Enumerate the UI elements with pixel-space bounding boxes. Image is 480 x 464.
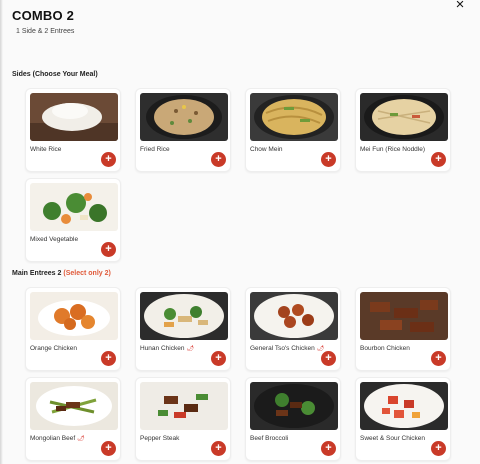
bourbon-chicken-image xyxy=(360,292,448,340)
entree-card-bourbon-chicken[interactable]: Bourbon Chicken + xyxy=(355,287,451,371)
entree-name: Mongolian Beef 🌶 xyxy=(30,435,85,442)
chili-pepper-icon: 🌶 xyxy=(316,346,325,352)
mixed-vegetable-image xyxy=(30,183,118,231)
side-card-fried-rice[interactable]: Fried Rice + xyxy=(135,88,231,172)
add-button[interactable]: + xyxy=(211,441,226,456)
side-card-chow-mein[interactable]: Chow Mein + xyxy=(245,88,341,172)
add-button[interactable]: + xyxy=(101,152,116,167)
side-name: Chow Mein xyxy=(250,146,283,153)
add-button[interactable]: + xyxy=(321,441,336,456)
beef-broccoli-image xyxy=(250,382,338,430)
side-card-white-rice[interactable]: White Rice + xyxy=(25,88,121,172)
side-name: White Rice xyxy=(30,146,62,153)
orange-chicken-image xyxy=(30,292,118,340)
add-button[interactable]: + xyxy=(211,152,226,167)
side-name: Mixed Vegetable xyxy=(30,236,79,243)
entree-name: Hunan Chicken 🌶 xyxy=(140,345,194,352)
chow-mein-image xyxy=(250,93,338,141)
add-button[interactable]: + xyxy=(101,351,116,366)
entree-name: Bourbon Chicken xyxy=(360,345,410,352)
sweet-sour-chicken-image xyxy=(360,382,448,430)
entree-name: Orange Chicken xyxy=(30,345,77,352)
entrees-section-title: Main Entrees 2 (Select only 2) xyxy=(12,270,111,277)
pepper-steak-image xyxy=(140,382,228,430)
sides-section-title: Sides (Choose Your Meal) xyxy=(12,71,98,78)
add-button[interactable]: + xyxy=(431,351,446,366)
entree-name-text: Mongolian Beef xyxy=(30,435,76,442)
add-button[interactable]: + xyxy=(321,152,336,167)
entree-card-beef-broccoli[interactable]: Beef Broccoli + xyxy=(245,377,341,461)
close-icon[interactable]: × xyxy=(452,0,468,13)
combo-title: COMBO 2 xyxy=(12,8,75,23)
combo-modal: COMBO 2 1 Side & 2 Entrees × Sides (Choo… xyxy=(0,0,480,464)
side-name: Mei Fun (Rice Noddle) xyxy=(360,146,426,153)
general-tsos-chicken-image xyxy=(250,292,338,340)
entree-card-hunan-chicken[interactable]: Hunan Chicken 🌶 + xyxy=(135,287,231,371)
entree-name-text: Hunan Chicken xyxy=(140,345,185,352)
modal-edge-shadow xyxy=(0,0,3,464)
entree-name: General Tso's Chicken 🌶 xyxy=(250,345,324,352)
chili-pepper-icon: 🌶 xyxy=(77,436,85,442)
side-card-mixed-vegetable[interactable]: Mixed Vegetable + xyxy=(25,178,121,262)
entree-name-text: General Tso's Chicken xyxy=(250,345,315,352)
entree-card-mongolian-beef[interactable]: Mongolian Beef 🌶 + xyxy=(25,377,121,461)
entree-card-sweet-sour-chicken[interactable]: Sweet & Sour Chicken + xyxy=(355,377,451,461)
side-card-mei-fun[interactable]: Mei Fun (Rice Noddle) + xyxy=(355,88,451,172)
fried-rice-image xyxy=(140,93,228,141)
add-button[interactable]: + xyxy=(431,441,446,456)
mei-fun-image xyxy=(360,93,448,141)
hunan-chicken-image xyxy=(140,292,228,340)
side-name: Fried Rice xyxy=(140,146,170,153)
entrees-requirement: (Select only 2) xyxy=(63,270,111,277)
entree-card-orange-chicken[interactable]: Orange Chicken + xyxy=(25,287,121,371)
add-button[interactable]: + xyxy=(101,242,116,257)
add-button[interactable]: + xyxy=(101,441,116,456)
white-rice-image xyxy=(30,93,118,141)
chili-pepper-icon: 🌶 xyxy=(186,346,195,352)
add-button[interactable]: + xyxy=(431,152,446,167)
entree-card-general-tsos-chicken[interactable]: General Tso's Chicken 🌶 + xyxy=(245,287,341,371)
add-button[interactable]: + xyxy=(321,351,336,366)
add-button[interactable]: + xyxy=(211,351,226,366)
mongolian-beef-image xyxy=(30,382,118,430)
entrees-title-text: Main Entrees 2 xyxy=(12,270,62,277)
entree-name: Sweet & Sour Chicken xyxy=(360,435,426,442)
entree-card-pepper-steak[interactable]: Pepper Steak + xyxy=(135,377,231,461)
combo-subtitle: 1 Side & 2 Entrees xyxy=(16,28,75,35)
entree-name: Pepper Steak xyxy=(140,435,180,442)
entree-name: Beef Broccoli xyxy=(250,435,289,442)
